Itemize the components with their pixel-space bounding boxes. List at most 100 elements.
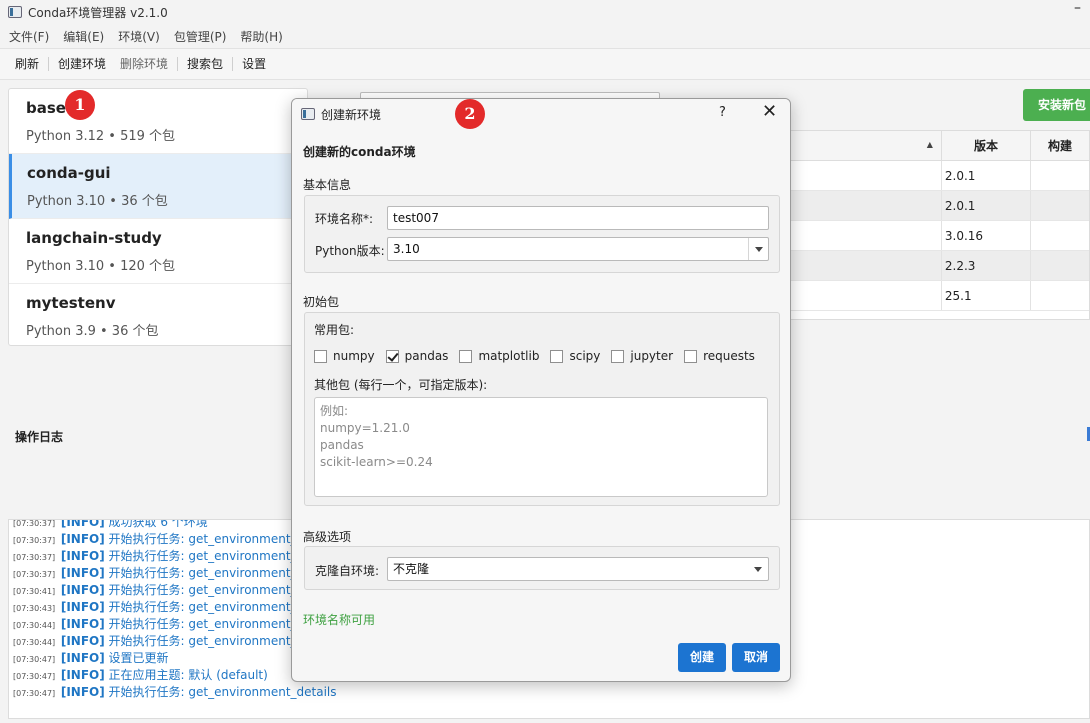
log-level: [INFO] [60,668,105,682]
env-meta: Python 3.12 • 519 个包 [26,129,176,144]
cell-name [791,221,942,250]
menu-file[interactable]: 文件(F) [9,28,49,45]
app-icon [8,6,22,18]
clone-env-select[interactable]: 不克隆 [387,557,769,581]
log-message: 设置已更新 [108,651,169,665]
log-message: 开始执行任务: get_environment_de [108,634,312,648]
table-row[interactable]: 2.0.1 [791,161,1089,191]
package-label: pandas [404,349,449,363]
cell-version: 3.0.16 [942,221,1031,250]
checkbox-icon [459,349,473,363]
window-titlebar: Conda环境管理器 v2.1.0 – [0,0,1090,24]
log-timestamp: [07:30:47] [13,655,56,664]
package-checkbox-pandas[interactable]: pandas [385,349,449,363]
env-meta: Python 3.10 • 36 个包 [27,194,168,209]
cancel-button[interactable]: 取消 [732,643,780,672]
dialog-app-icon [301,108,315,120]
search-package-button[interactable]: 搜索包 [180,54,230,74]
basic-info-section-label: 基本信息 [303,178,352,192]
install-package-button[interactable]: 安装新包 [1023,89,1090,121]
minimize-button[interactable]: – [1074,1,1088,16]
package-checkbox-numpy[interactable]: numpy [314,349,375,363]
log-message: 开始执行任务: get_environment_de [108,532,312,546]
toolbar-separator [232,57,234,71]
cell-build [1031,221,1089,250]
create-button[interactable]: 创建 [678,643,726,672]
basic-info-group: 环境名称*: test007 Python版本: 3.10 [304,195,780,273]
log-timestamp: [07:30:37] [13,570,56,579]
package-checkbox-requests[interactable]: requests [684,349,755,363]
toolbar: 刷新 创建环境 删除环境 搜索包 设置 [0,48,1090,80]
log-timestamp: [07:30:41] [13,587,56,596]
cell-version: 25.1 [942,281,1031,310]
env-name: langchain-study [26,229,162,247]
table-header: ▲ 版本 构建 [791,131,1089,161]
dialog-titlebar: 创建新环境 ? ✕ [292,99,790,129]
settings-button[interactable]: 设置 [235,54,273,74]
column-header-name[interactable]: ▲ [791,131,942,160]
log-level: [INFO] [60,532,105,546]
cell-version: 2.0.1 [942,191,1031,220]
env-item-langchain-study[interactable]: langchain-study Python 3.10 • 120 个包 [9,219,307,284]
table-row[interactable]: 2.0.1 [791,191,1089,221]
close-icon[interactable]: ✕ [762,103,777,121]
log-message: 开始执行任务: get_environment_de [108,549,312,563]
package-label: jupyter [630,349,674,363]
env-meta: Python 3.10 • 120 个包 [26,259,176,274]
package-table: ▲ 版本 构建 2.0.1 2.0.1 3.0.16 2.2.3 25.1 [790,130,1090,320]
column-header-build[interactable]: 构建 [1031,131,1089,160]
cell-build [1031,191,1089,220]
env-item-conda-gui[interactable]: conda-gui Python 3.10 • 36 个包 [9,154,307,219]
cell-build [1031,161,1089,190]
log-timestamp: [07:30:47] [13,689,56,698]
other-packages-textarea[interactable]: 例如: numpy=1.21.0 pandas scikit-learn>=0.… [314,397,768,497]
advanced-section-label: 高级选项 [303,530,352,544]
package-label: requests [703,349,755,363]
package-label: matplotlib [478,349,540,363]
sort-up-icon: ▲ [926,140,933,149]
create-env-dialog: 创建新环境 ? ✕ 创建新的conda环境 基本信息 环境名称*: test00… [291,98,791,682]
create-env-button[interactable]: 创建环境 [51,54,113,74]
menu-edit[interactable]: 编辑(E) [63,28,104,45]
other-packages-label: 其他包 (每行一个，可指定版本): [314,378,488,392]
table-row[interactable]: 3.0.16 [791,221,1089,251]
delete-env-button[interactable]: 删除环境 [113,54,175,74]
column-header-version[interactable]: 版本 [942,131,1031,160]
log-level: [INFO] [60,600,105,614]
env-item-base[interactable]: base Python 3.12 • 519 个包 [9,89,307,154]
help-button[interactable]: ? [719,105,726,120]
log-message: 开始执行任务: get_environment_details [108,685,337,699]
python-version-select[interactable]: 3.10 [387,237,769,261]
toolbar-separator [177,57,179,71]
table-row[interactable]: 25.1 [791,281,1089,311]
env-item-mytestenv[interactable]: mytestenv Python 3.9 • 36 个包 [9,284,307,345]
log-timestamp: [07:30:47] [13,672,56,681]
checkbox-icon [550,349,564,363]
package-checkbox-jupyter[interactable]: jupyter [611,349,673,363]
log-message: 开始执行任务: get_environment_de [108,583,312,597]
menu-help[interactable]: 帮助(H) [240,28,282,45]
python-version-label: Python版本: [315,244,385,258]
log-line: [07:30:47] [INFO] 开始执行任务: get_environmen… [13,684,1089,701]
log-timestamp: [07:30:37] [13,553,56,562]
window-title: Conda环境管理器 v2.1.0 [28,5,168,20]
package-checkbox-matplotlib[interactable]: matplotlib [459,349,539,363]
cell-build [1031,281,1089,310]
menu-package[interactable]: 包管理(P) [174,28,227,45]
python-version-value: 3.10 [393,242,420,256]
log-title: 操作日志 [15,430,64,444]
menu-environment[interactable]: 环境(V) [118,28,160,45]
checkbox-icon [314,349,327,363]
refresh-button[interactable]: 刷新 [8,54,46,74]
cell-name [791,161,942,190]
package-checkbox-scipy[interactable]: scipy [550,349,600,363]
env-name-label: 环境名称*: [315,212,374,226]
table-row[interactable]: 2.2.3 [791,251,1089,281]
menubar: 文件(F) 编辑(E) 环境(V) 包管理(P) 帮助(H) [0,24,1090,48]
advanced-group: 克隆自环境: 不克隆 [304,546,780,590]
log-level: [INFO] [60,583,105,597]
env-name-field[interactable]: test007 [387,206,769,230]
env-name: conda-gui [27,164,111,182]
dialog-title: 创建新环境 [321,107,382,122]
env-meta: Python 3.9 • 36 个包 [26,324,159,339]
